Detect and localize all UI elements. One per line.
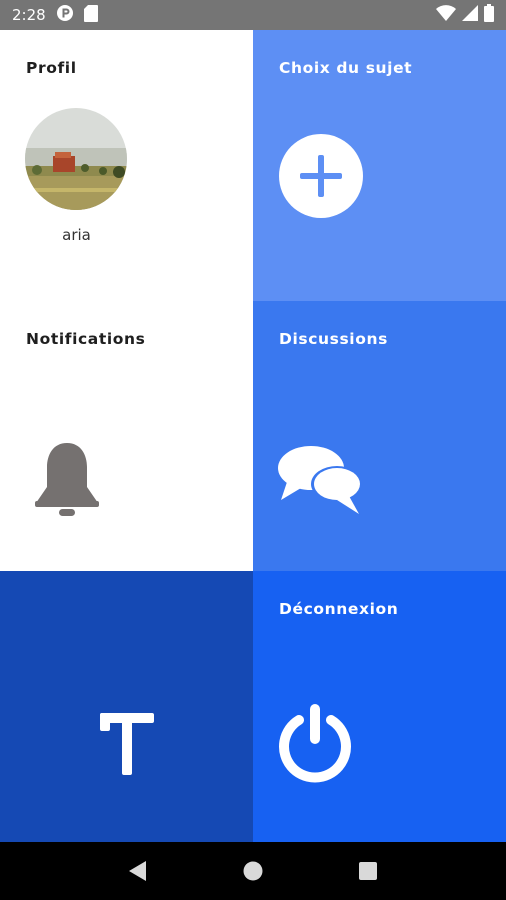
profile-tile[interactable]: Profil aria [0,30,253,301]
choose-subject-title: Choix du sujet [279,59,413,77]
status-time: 2:28 [12,6,46,24]
plus-circle-icon[interactable] [278,133,364,223]
battery-icon [484,4,494,26]
wifi-icon [436,5,456,25]
system-nav-bar [0,842,506,900]
bell-icon[interactable] [33,441,101,525]
dashboard-grid: Profil aria Choix du sujet Notifications… [0,30,506,842]
logo-tile [0,571,253,842]
recents-icon[interactable] [348,851,388,891]
logout-tile[interactable]: Déconnexion [253,571,506,842]
avatar[interactable] [25,108,127,210]
discussions-title: Discussions [279,330,388,348]
profile-title: Profil [26,59,77,77]
discussions-tile[interactable]: Discussions [253,301,506,571]
power-icon[interactable] [277,704,353,788]
status-bar: 2:28 [0,0,506,30]
logout-title: Déconnexion [279,600,399,618]
notifications-tile[interactable]: Notifications [0,301,253,571]
signal-icon [462,5,478,25]
home-icon[interactable] [233,851,273,891]
app-badge-icon [56,4,74,26]
status-left: 2:28 [12,4,98,26]
back-icon[interactable] [118,851,158,891]
app-logo-icon [100,713,154,779]
status-right [436,4,494,26]
notifications-title: Notifications [26,330,146,348]
chat-bubbles-icon[interactable] [277,444,367,520]
profile-user-name: aria [62,226,91,244]
choose-subject-tile[interactable]: Choix du sujet [253,30,506,301]
sd-card-icon [83,4,98,26]
